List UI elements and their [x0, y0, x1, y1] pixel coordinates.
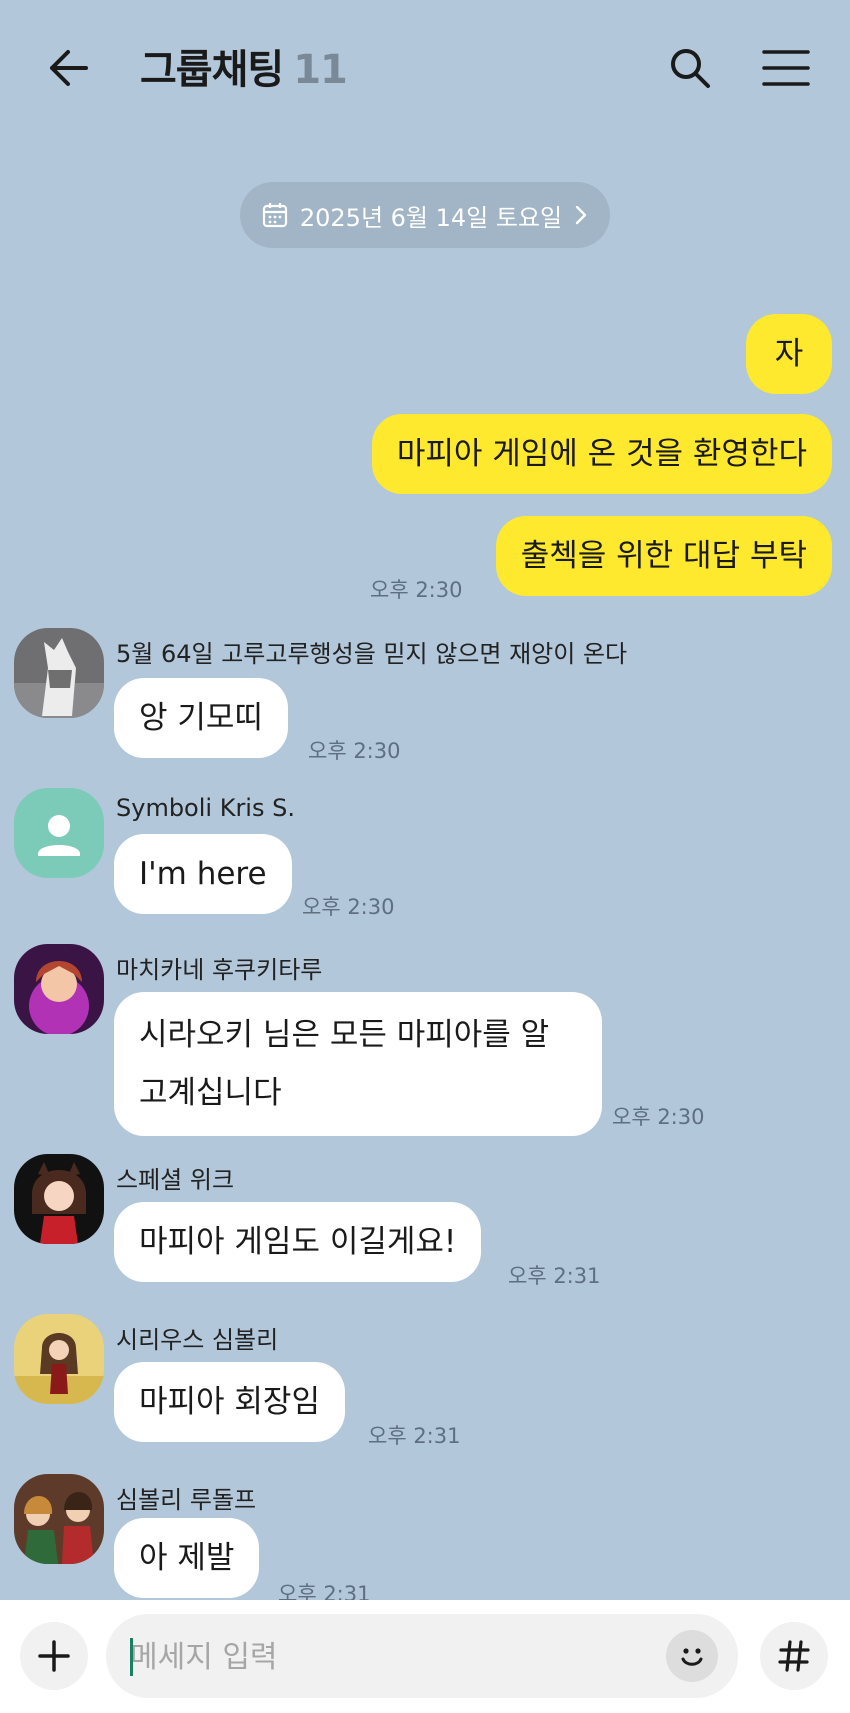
back-arrow-icon: [50, 50, 88, 86]
menu-icon: [762, 50, 810, 86]
emoji-icon: [681, 1648, 703, 1666]
emoji-button[interactable]: [666, 1630, 718, 1682]
avatar-character-image: [14, 1314, 104, 1404]
message-composer: [0, 1600, 850, 1713]
person-icon: [38, 815, 80, 856]
avatar-character-image: [14, 944, 104, 1034]
hashtag-search-button[interactable]: [760, 1622, 828, 1690]
chat-title-text: 그룹채팅: [140, 47, 284, 93]
their-message-bubble[interactable]: 아 제발: [114, 1518, 260, 1598]
their-message-bubble[interactable]: 시라오키 님은 모든 마피아를 알고계십니다: [114, 992, 602, 1136]
sender-name: 스페셜 위크: [116, 1166, 235, 1194]
message-time: 오후 2:30: [302, 895, 395, 919]
message-input-box[interactable]: [106, 1614, 738, 1700]
message-time: 오후 2:30: [370, 578, 463, 602]
search-button[interactable]: [662, 40, 718, 96]
calendar-icon: [262, 203, 287, 228]
avatar[interactable]: [14, 628, 104, 718]
member-count: 11: [293, 47, 348, 93]
their-message-bubble[interactable]: 마피아 회장임: [114, 1362, 345, 1442]
message-time: 오후 2:31: [368, 1424, 461, 1448]
date-divider-text: 2025년 6월 14일 토요일: [299, 203, 563, 232]
avatar[interactable]: [14, 944, 104, 1034]
sender-name: 심볼리 루돌프: [116, 1486, 257, 1514]
their-message-bubble[interactable]: 마피아 게임도 이길게요!: [114, 1202, 482, 1282]
message-time: 오후 2:31: [508, 1264, 601, 1288]
their-message-bubble[interactable]: 앙 기모띠: [114, 678, 288, 758]
sender-name: 5월 64일 고루고루행성을 믿지 않으면 재앙이 온다: [116, 640, 628, 668]
avatar-character-image: [14, 1154, 104, 1244]
my-message-bubble[interactable]: 마피아 게임에 온 것을 환영한다: [371, 414, 832, 494]
avatar[interactable]: [14, 1314, 104, 1404]
back-button[interactable]: [38, 40, 98, 96]
avatar[interactable]: [14, 1474, 104, 1564]
menu-button[interactable]: [756, 40, 816, 96]
sender-name: 시리우스 심볼리: [116, 1326, 279, 1354]
my-message-bubble[interactable]: 자: [746, 314, 832, 394]
search-icon: [671, 49, 710, 88]
date-divider[interactable]: 2025년 6월 14일 토요일: [240, 182, 610, 248]
my-message-bubble[interactable]: 출첵을 위한 대답 부탁: [495, 516, 832, 596]
sender-name: Symboli Kris S.: [116, 794, 295, 822]
chat-header: 그룹채팅 11: [0, 0, 850, 140]
message-time: 오후 2:30: [308, 739, 401, 763]
sender-name: 마치카네 후쿠키타루: [116, 956, 323, 984]
hash-icon: [778, 1640, 810, 1672]
attach-button[interactable]: [20, 1622, 88, 1690]
plus-icon: [38, 1640, 70, 1672]
chat-title: 그룹채팅 11: [140, 42, 348, 98]
text-caret: [130, 1638, 133, 1676]
avatar[interactable]: [14, 1154, 104, 1244]
message-time: 오후 2:30: [612, 1105, 705, 1129]
chevron-right-icon: [575, 205, 587, 225]
avatar-character-image: [14, 1474, 104, 1564]
message-input[interactable]: [128, 1614, 632, 1700]
default-avatar[interactable]: [14, 788, 104, 878]
their-message-bubble[interactable]: I'm here: [114, 834, 292, 914]
avatar-horse-image: [14, 628, 104, 718]
